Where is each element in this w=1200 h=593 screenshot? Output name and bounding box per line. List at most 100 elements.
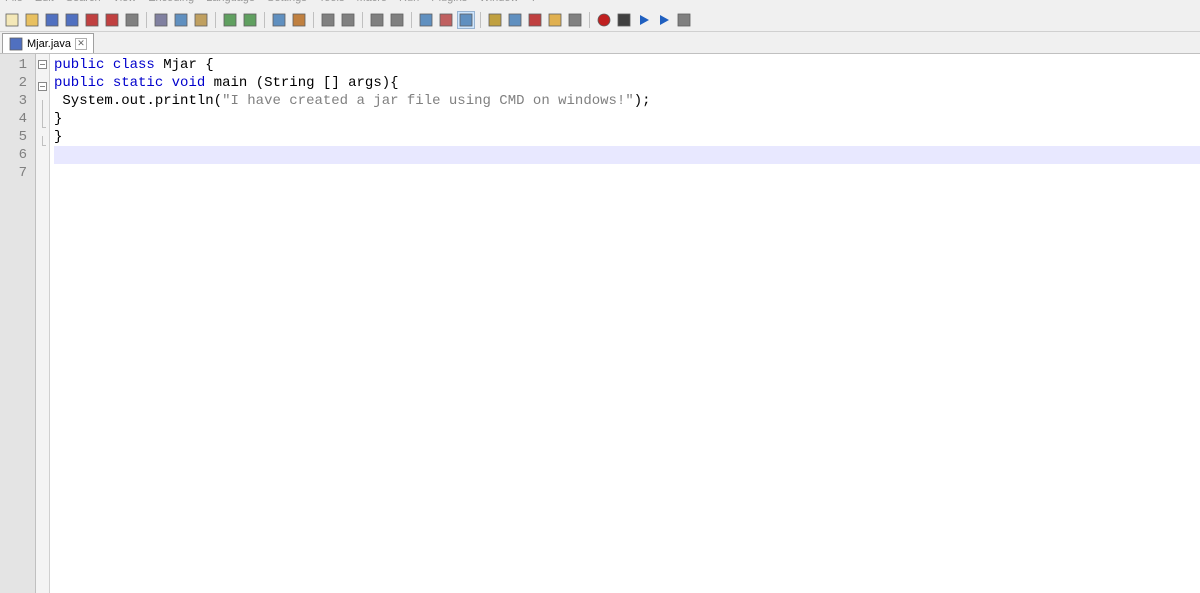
replace-icon [292, 13, 306, 27]
code-line[interactable] [54, 146, 1200, 164]
save-button[interactable] [43, 11, 61, 29]
close-button[interactable] [83, 11, 101, 29]
save-all-button[interactable] [63, 11, 81, 29]
token-kw: static [113, 75, 163, 91]
record-button[interactable] [595, 11, 613, 29]
replace-button[interactable] [290, 11, 308, 29]
redo-icon [243, 13, 257, 27]
menu-item-tools[interactable]: Tools [319, 0, 345, 4]
token-kw: class [113, 57, 155, 73]
menu-item-[interactable]: ? [530, 0, 536, 4]
zoom-in-button[interactable] [319, 11, 337, 29]
toolbar-separator [480, 12, 481, 28]
record-icon [597, 13, 611, 27]
indent-guide-icon [459, 13, 473, 27]
new-file-button[interactable] [3, 11, 21, 29]
close-all-button[interactable] [103, 11, 121, 29]
code-area[interactable]: public class Mjar {public static void ma… [50, 54, 1200, 593]
token-kw: public [54, 75, 104, 91]
wordwrap-button[interactable] [417, 11, 435, 29]
fold-end [36, 118, 49, 136]
sync-h-icon [390, 13, 404, 27]
file-tab[interactable]: Mjar.java✕ [2, 33, 94, 53]
sync-h-button[interactable] [388, 11, 406, 29]
line-number: 4 [0, 110, 27, 128]
token-id: ) [382, 75, 390, 91]
monitor-button[interactable] [566, 11, 584, 29]
code-line[interactable]: public class Mjar { [54, 56, 1200, 74]
save-icon [45, 13, 59, 27]
redo-button[interactable] [241, 11, 259, 29]
print-button[interactable] [123, 11, 141, 29]
fold-guide [36, 100, 49, 118]
fold-marker[interactable] [36, 82, 49, 100]
save-macro-icon [677, 13, 691, 27]
paste-button[interactable] [192, 11, 210, 29]
menu-item-settings[interactable]: Settings [267, 0, 307, 4]
doc-map-button[interactable] [506, 11, 524, 29]
stop-button[interactable] [615, 11, 633, 29]
toolbar-separator [146, 12, 147, 28]
line-number: 1 [0, 56, 27, 74]
func-list-icon [528, 13, 542, 27]
all-chars-button[interactable] [437, 11, 455, 29]
find-button[interactable] [270, 11, 288, 29]
print-icon [125, 13, 139, 27]
token-id: . [113, 93, 121, 109]
fold-end [36, 136, 49, 154]
fold-toggle-icon[interactable] [38, 82, 47, 91]
undo-icon [223, 13, 237, 27]
func-list-button[interactable] [526, 11, 544, 29]
play-multi-button[interactable] [655, 11, 673, 29]
fold-empty [36, 154, 49, 172]
open-file-icon [25, 13, 39, 27]
menu-item-run[interactable]: Run [399, 0, 419, 4]
fold-toggle-icon[interactable] [38, 60, 47, 69]
sync-v-button[interactable] [368, 11, 386, 29]
menu-item-window[interactable]: Window [479, 0, 518, 4]
open-file-button[interactable] [23, 11, 41, 29]
lang-button[interactable] [486, 11, 504, 29]
token-plain [205, 75, 213, 91]
undo-button[interactable] [221, 11, 239, 29]
menu-item-edit[interactable]: Edit [35, 0, 54, 4]
token-id: . [146, 93, 154, 109]
toolbar-separator [362, 12, 363, 28]
indent-guide-button[interactable] [457, 11, 475, 29]
monitor-icon [568, 13, 582, 27]
code-line[interactable]: System.out.println("I have created a jar… [54, 92, 1200, 110]
menu-item-encoding[interactable]: Encoding [148, 0, 194, 4]
token-id: args [348, 75, 382, 91]
toolbar-separator [313, 12, 314, 28]
token-id: [] [315, 75, 349, 91]
token-str: "I have created a jar file using CMD on … [222, 93, 634, 109]
copy-button[interactable] [172, 11, 190, 29]
folder-button[interactable] [546, 11, 564, 29]
save-macro-button[interactable] [675, 11, 693, 29]
token-id: String [264, 75, 314, 91]
zoom-out-button[interactable] [339, 11, 357, 29]
line-number: 3 [0, 92, 27, 110]
token-id: ) [634, 93, 642, 109]
code-line[interactable]: } [54, 110, 1200, 128]
code-line[interactable]: } [54, 128, 1200, 146]
menu-item-language[interactable]: Language [206, 0, 255, 4]
code-line[interactable] [54, 164, 1200, 182]
zoom-in-icon [321, 13, 335, 27]
menu-item-macro[interactable]: Macro [356, 0, 387, 4]
close-all-icon [105, 13, 119, 27]
fold-marker[interactable] [36, 60, 49, 78]
code-line[interactable]: public static void main (String [] args)… [54, 74, 1200, 92]
new-file-icon [5, 13, 19, 27]
menu-item-file[interactable]: File [5, 0, 23, 4]
wordwrap-icon [419, 13, 433, 27]
play-button[interactable] [635, 11, 653, 29]
paste-icon [194, 13, 208, 27]
menu-item-plugins[interactable]: Plugins [431, 0, 467, 4]
menu-item-view[interactable]: View [113, 0, 137, 4]
copy-icon [174, 13, 188, 27]
token-id: System [54, 93, 113, 109]
cut-button[interactable] [152, 11, 170, 29]
close-icon[interactable]: ✕ [75, 38, 87, 50]
menu-item-search[interactable]: Search [66, 0, 101, 4]
